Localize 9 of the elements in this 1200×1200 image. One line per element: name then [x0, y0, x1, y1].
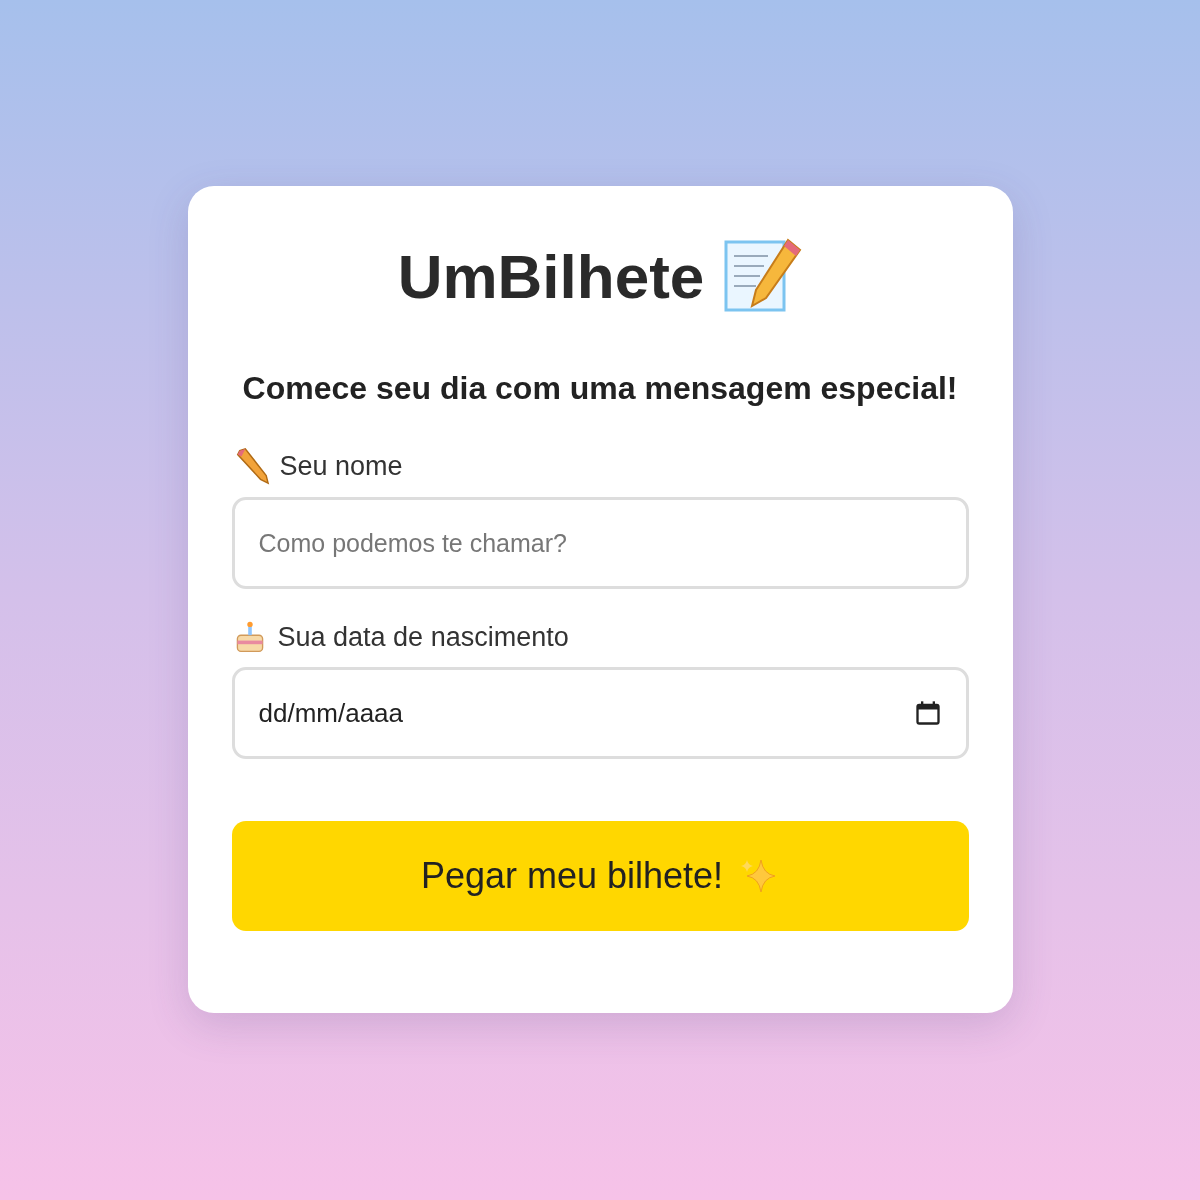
calendar-icon[interactable]	[913, 699, 942, 727]
app-title: UmBilhete	[397, 240, 705, 312]
date-placeholder: dd/mm/aaaa	[258, 697, 404, 729]
field-label: Sua data de nascimento	[277, 621, 569, 653]
subtitle: Comece seu dia com uma mensagem especial!	[241, 370, 959, 407]
date-field[interactable]: dd/mm/aaaa	[231, 667, 969, 759]
submit-button[interactable]: Pegar meu bilhete!	[231, 821, 969, 931]
field-label: Seu nome	[279, 450, 403, 482]
name-field[interactable]: Como podemos te chamar?	[231, 497, 969, 589]
